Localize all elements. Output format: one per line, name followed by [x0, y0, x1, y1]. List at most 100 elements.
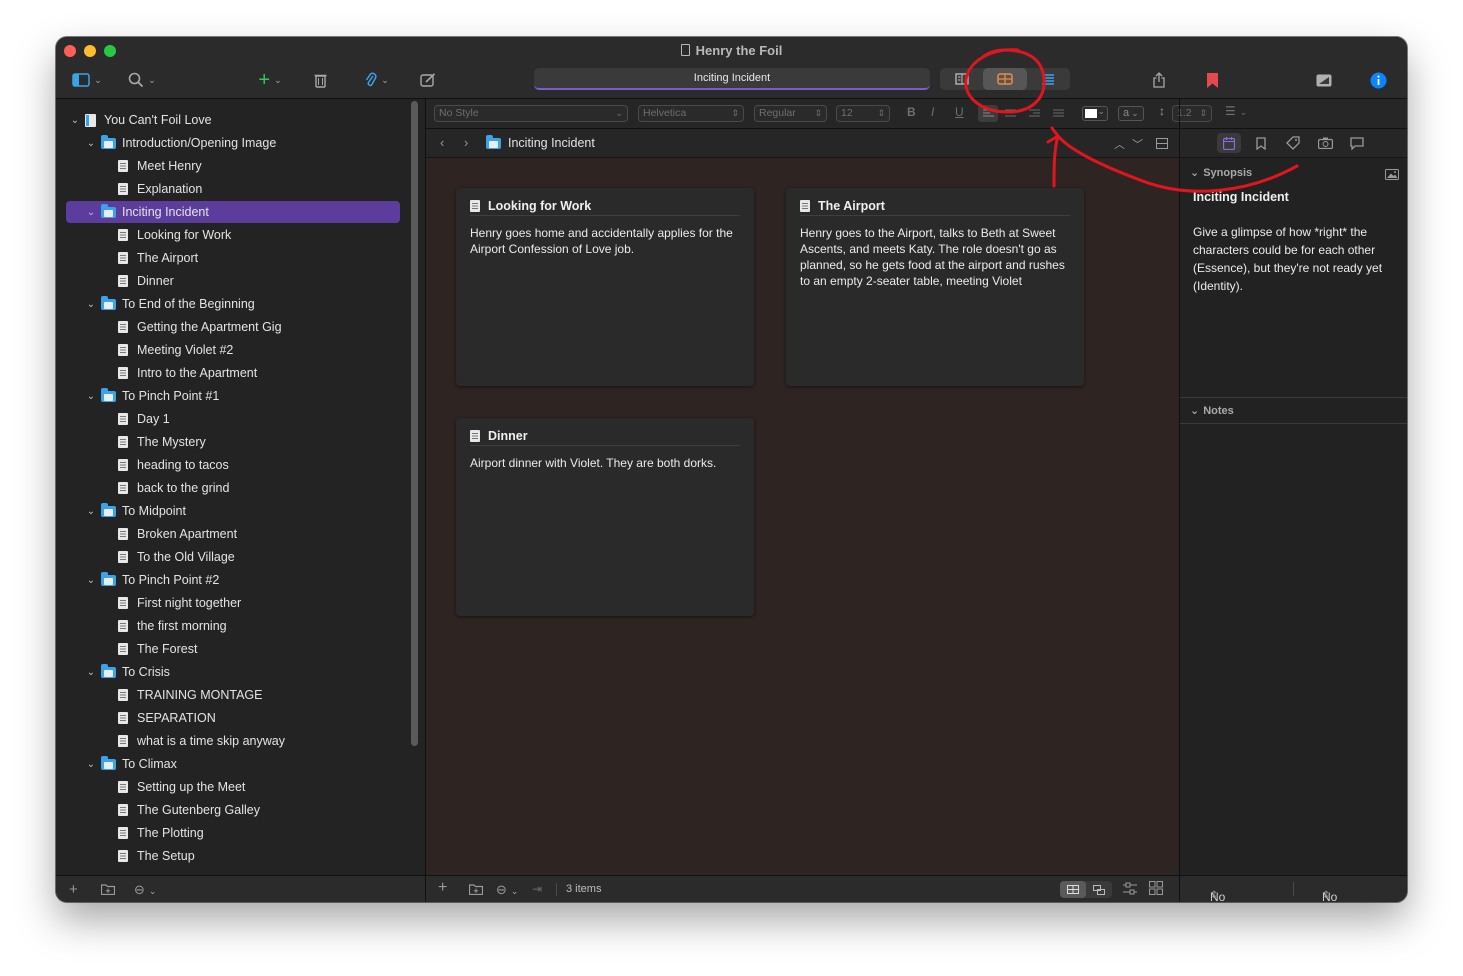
- disclosure-chevron-icon[interactable]: ⌄: [85, 506, 97, 517]
- binder-document-item[interactable]: TRAINING MONTAGE: [118, 684, 262, 706]
- back-button[interactable]: ‹: [440, 135, 444, 150]
- binder-document-item[interactable]: To the Old Village: [118, 546, 235, 568]
- bookmark-button[interactable]: [1202, 69, 1222, 91]
- disclosure-chevron-icon[interactable]: ⌄: [85, 391, 97, 402]
- binder-document-item[interactable]: The Mystery: [118, 431, 206, 453]
- card-size-button[interactable]: [1149, 881, 1163, 898]
- highlight-color-well[interactable]: a ⌄: [1118, 106, 1144, 121]
- compose-button[interactable]: [418, 69, 438, 91]
- forward-button[interactable]: ›: [464, 135, 468, 150]
- split-editor-button[interactable]: [1156, 137, 1168, 152]
- freeform-layout-button[interactable]: [1086, 881, 1112, 898]
- disclosure-chevron-icon[interactable]: ⌄: [85, 575, 97, 586]
- binder-document-item[interactable]: The Gutenberg Galley: [118, 799, 260, 821]
- arrange-cards-button[interactable]: [1123, 882, 1137, 898]
- binder-folder-item[interactable]: ⌄ To Midpoint: [85, 500, 186, 522]
- underline-button[interactable]: U: [955, 105, 964, 119]
- card-actions-button[interactable]: ⊖ ⌄: [496, 882, 518, 898]
- notes-text-area[interactable]: [1180, 424, 1407, 875]
- font-size-select[interactable]: 12 ⇕: [836, 105, 890, 122]
- justify-button[interactable]: [1046, 105, 1070, 122]
- synopsis-section-header[interactable]: ⌄ Synopsis: [1190, 166, 1252, 179]
- tab-bookmarks[interactable]: [1249, 133, 1273, 153]
- paragraph-style-select[interactable]: No Style ⌄: [434, 105, 628, 122]
- binder-document-item[interactable]: The Airport: [118, 247, 198, 269]
- font-weight-select[interactable]: Regular ⇕: [754, 105, 827, 122]
- text-color-well[interactable]: ⌄: [1082, 106, 1108, 121]
- sidebar-toggle-button[interactable]: ⌄: [69, 69, 105, 91]
- tab-snapshots[interactable]: [1313, 133, 1337, 153]
- synopsis-text[interactable]: Give a glimpse of how *right* the charac…: [1193, 223, 1398, 295]
- outline-view-button[interactable]: [1027, 68, 1070, 90]
- binder-document-item[interactable]: SEPARATION: [118, 707, 216, 729]
- binder-document-item[interactable]: Setting up the Meet: [118, 776, 245, 798]
- synopsis-title[interactable]: Inciting Incident: [1193, 190, 1289, 204]
- binder-document-item[interactable]: Looking for Work: [118, 224, 231, 246]
- binder-document-item[interactable]: The Forest: [118, 638, 197, 660]
- binder-document-item[interactable]: Explanation: [118, 178, 202, 200]
- add-button[interactable]: + ⌄: [251, 69, 289, 91]
- binder-document-item[interactable]: the first morning: [118, 615, 227, 637]
- binder-folder-item[interactable]: ⌄ To Pinch Point #1: [85, 385, 219, 407]
- disclosure-chevron-icon[interactable]: ⌄: [85, 138, 97, 149]
- binder-document-item[interactable]: Day 1: [118, 408, 170, 430]
- trash-button[interactable]: [310, 69, 330, 91]
- notes-section-header[interactable]: ⌄ Notes: [1190, 404, 1234, 417]
- disclosure-chevron-icon[interactable]: ⌄: [85, 207, 97, 218]
- binder-document-item[interactable]: The Setup: [118, 845, 195, 867]
- binder-document-item[interactable]: The Plotting: [118, 822, 204, 844]
- editor-header-title[interactable]: Inciting Incident: [508, 136, 595, 150]
- tab-metadata[interactable]: [1281, 133, 1305, 153]
- add-item-button[interactable]: +: [69, 881, 78, 898]
- italic-button[interactable]: I: [931, 105, 934, 119]
- add-folder-button[interactable]: [100, 882, 116, 899]
- index-card[interactable]: The Airport Henry goes to the Airport, t…: [786, 188, 1084, 386]
- binder-folder-item[interactable]: ⌄ To End of the Beginning: [85, 293, 255, 315]
- card-synopsis[interactable]: Henry goes to the Airport, talks to Beth…: [800, 225, 1070, 289]
- add-folder-card-button[interactable]: [468, 882, 484, 898]
- next-document-button[interactable]: ﹀: [1132, 136, 1143, 152]
- corkboard[interactable]: Looking for Work Henry goes home and acc…: [426, 158, 1179, 875]
- bold-button[interactable]: B: [907, 105, 916, 119]
- list-button[interactable]: ☰ ⌄: [1225, 104, 1247, 118]
- binder-document-item[interactable]: heading to tacos: [118, 454, 229, 476]
- binder-scrollbar[interactable]: [411, 101, 418, 746]
- binder-folder-item[interactable]: ⌄ To Crisis: [85, 661, 170, 683]
- tab-notes[interactable]: [1217, 133, 1241, 153]
- disclosure-chevron-icon[interactable]: ⌄: [85, 667, 97, 678]
- composition-mode-button[interactable]: [1314, 69, 1334, 91]
- corkboard-view-button[interactable]: [983, 68, 1027, 90]
- disclosure-chevron-icon[interactable]: ⌄: [85, 759, 97, 770]
- binder-document-item[interactable]: Getting the Apartment Gig: [118, 316, 282, 338]
- binder-document-item[interactable]: First night together: [118, 592, 241, 614]
- grid-layout-button[interactable]: [1060, 881, 1086, 898]
- scrivenings-view-button[interactable]: [940, 68, 983, 90]
- binder-document-item[interactable]: back to the grind: [118, 477, 229, 499]
- binder-root-item[interactable]: ⌄ You Can't Foil Love: [69, 109, 212, 131]
- font-family-select[interactable]: Helvetica ⇕: [638, 105, 744, 122]
- add-card-button[interactable]: +: [438, 879, 447, 897]
- binder-document-item[interactable]: Dinner: [118, 270, 174, 292]
- binder-folder-item[interactable]: ⌄ To Pinch Point #2: [85, 569, 219, 591]
- disclosure-chevron-icon[interactable]: ⌄: [85, 299, 97, 310]
- binder-document-item[interactable]: Intro to the Apartment: [118, 362, 257, 384]
- binder-folder-item[interactable]: ⌄ Introduction/Opening Image: [85, 132, 276, 154]
- previous-document-button[interactable]: ︿: [1114, 136, 1125, 152]
- line-spacing-select[interactable]: 1.2 ⇕: [1172, 105, 1212, 122]
- binder-folder-item[interactable]: ⌄ To Climax: [85, 753, 177, 775]
- card-synopsis[interactable]: Airport dinner with Violet. They are bot…: [470, 455, 740, 471]
- attachment-button[interactable]: ⌄: [359, 69, 395, 91]
- inspector-toggle-button[interactable]: [1368, 69, 1388, 91]
- index-card[interactable]: Dinner Airport dinner with Violet. They …: [456, 418, 754, 616]
- search-button[interactable]: ⌄: [122, 69, 162, 91]
- align-center-button[interactable]: [998, 105, 1022, 122]
- binder-document-item[interactable]: what is a time skip anyway: [118, 730, 285, 752]
- binder-folder-item[interactable]: ⌄ Inciting Incident: [66, 201, 400, 223]
- index-card[interactable]: Looking for Work Henry goes home and acc…: [456, 188, 754, 386]
- binder-document-item[interactable]: Meet Henry: [118, 155, 202, 177]
- binder-actions-button[interactable]: ⊖ ⌄: [134, 882, 156, 898]
- binder-document-item[interactable]: Meeting Violet #2: [118, 339, 233, 361]
- align-left-button[interactable]: [978, 105, 998, 122]
- binder-document-item[interactable]: Broken Apartment: [118, 523, 237, 545]
- share-button[interactable]: [1149, 69, 1169, 91]
